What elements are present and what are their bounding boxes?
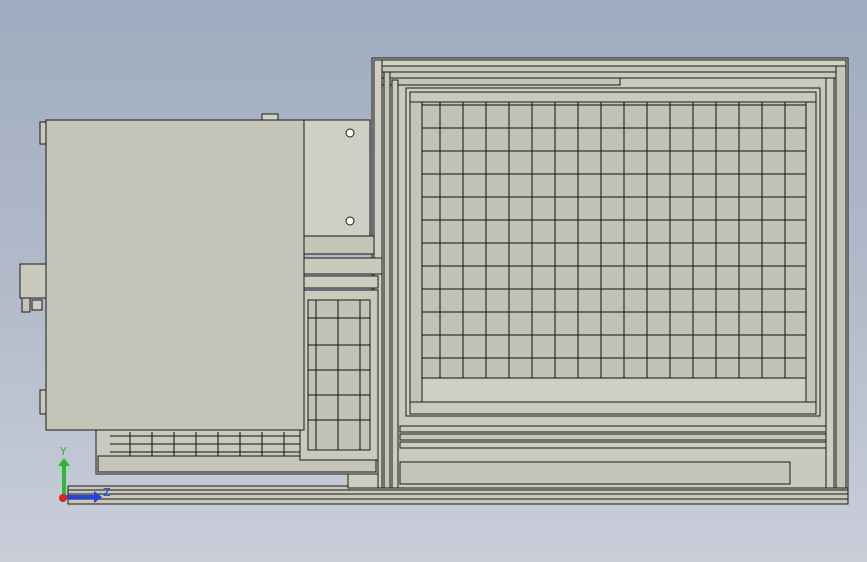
cad-viewport[interactable]: Y Z	[0, 0, 867, 562]
bracket-box	[299, 119, 371, 237]
x-axis-dot	[59, 494, 67, 502]
electrical-cabinet[interactable]	[39, 113, 305, 431]
mesh-window-panel	[405, 87, 821, 417]
y-axis-label: Y	[59, 445, 67, 458]
mount-hole	[345, 216, 355, 226]
base-rail	[67, 485, 849, 505]
cabinet-handle[interactable]	[19, 263, 47, 313]
z-axis-label: Z	[103, 486, 111, 499]
y-axis-arrowhead	[58, 458, 70, 466]
machine-frame-assembly[interactable]	[19, 57, 849, 505]
mount-hole	[345, 128, 355, 138]
